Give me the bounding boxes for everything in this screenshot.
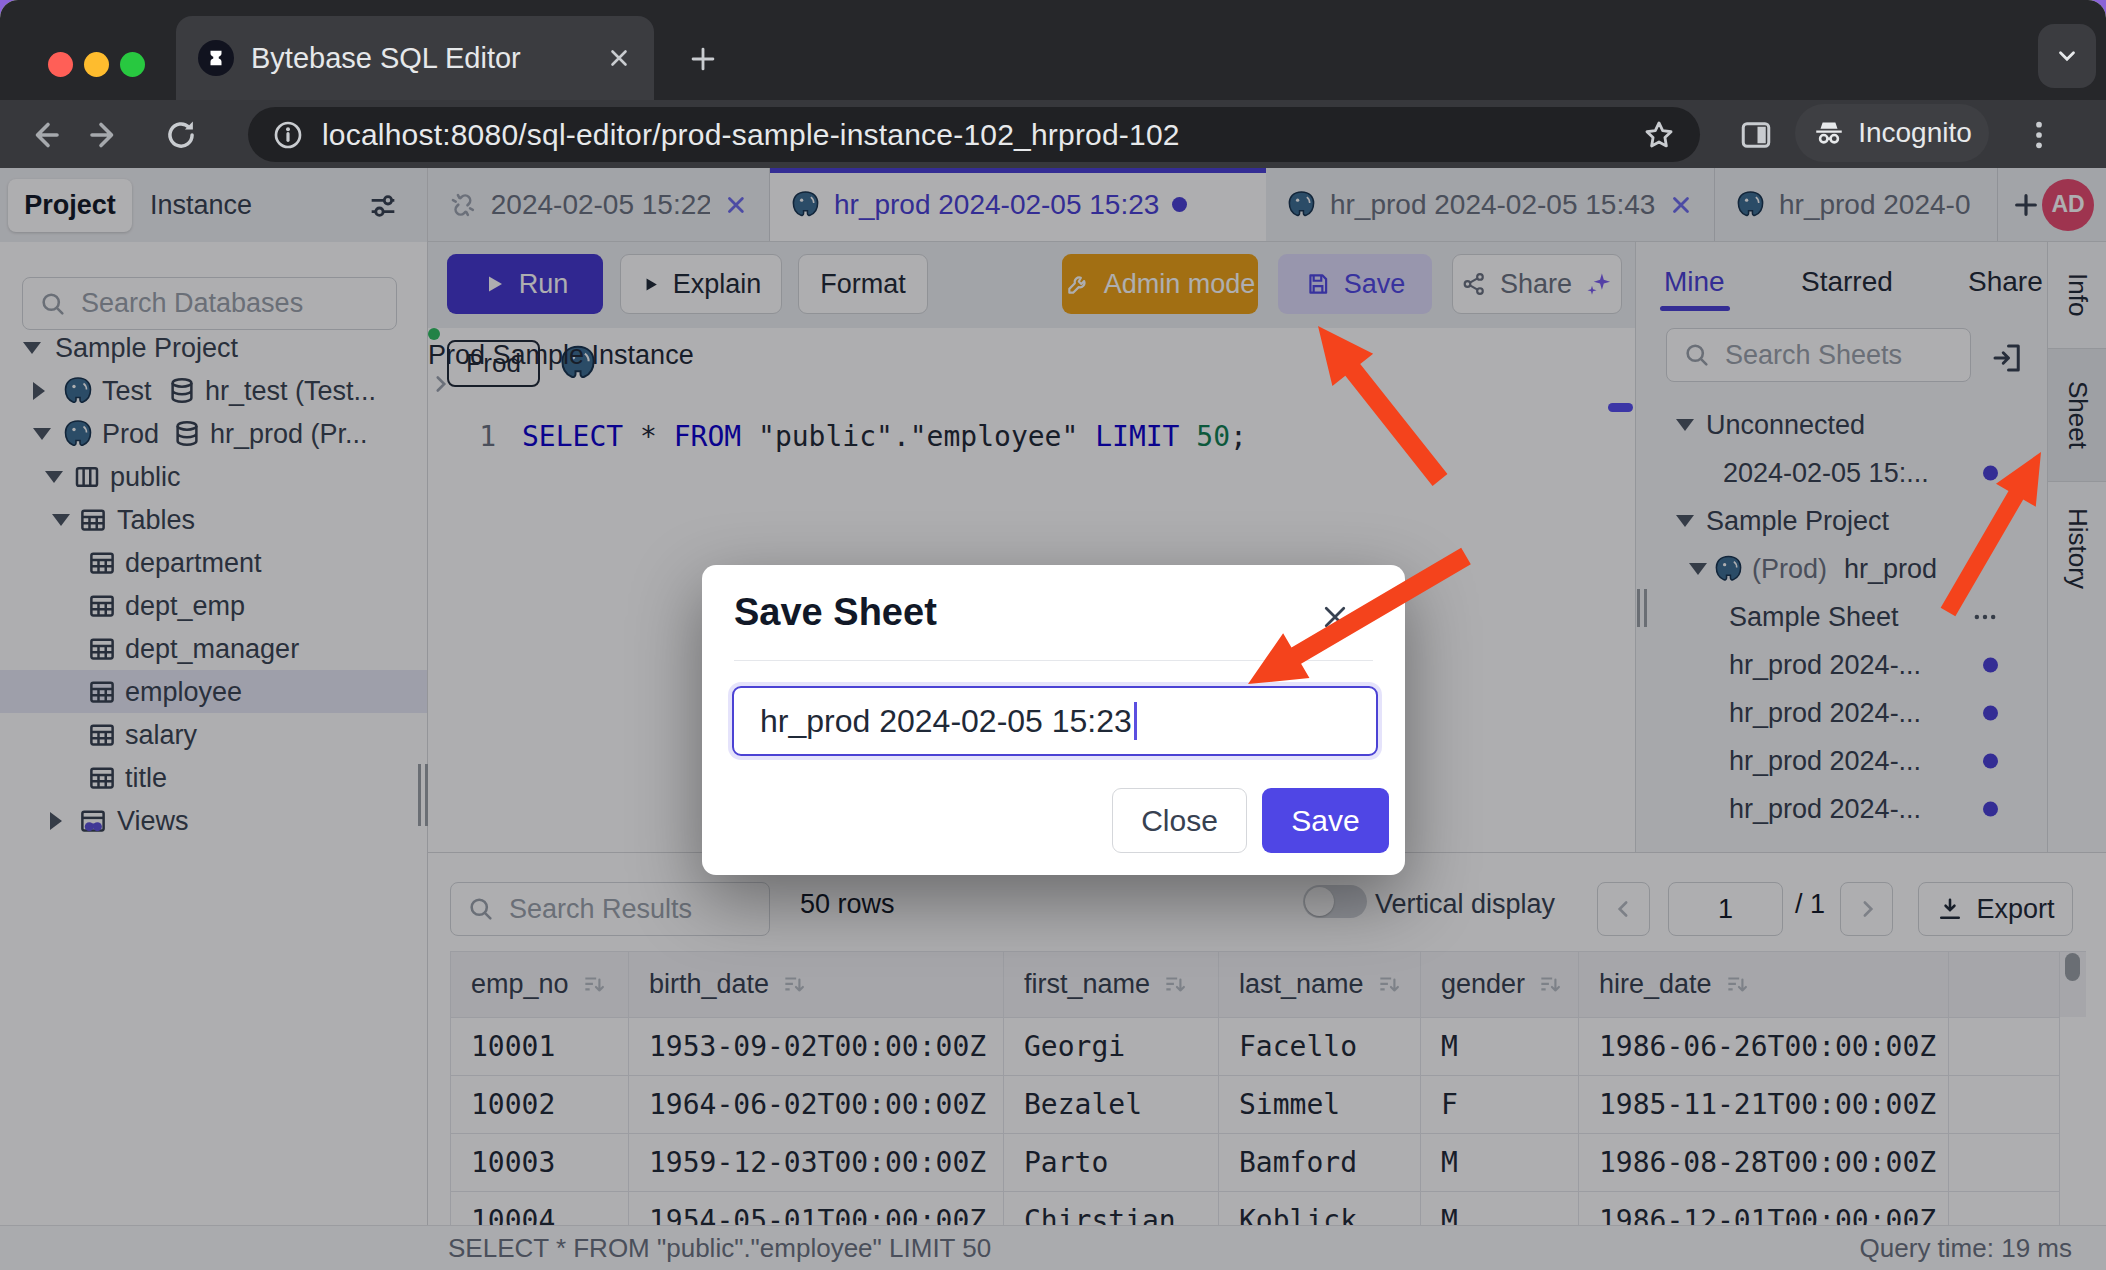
incognito-badge: Incognito [1795,104,1989,162]
forward-icon[interactable] [86,117,122,153]
site-info-icon[interactable] [272,119,304,151]
back-icon[interactable] [27,117,63,153]
new-tab-icon[interactable] [686,42,720,76]
browser-tab-title: Bytebase SQL Editor [251,42,589,75]
save-sheet-modal: Save Sheet hr_prod 2024-02-05 15:23 Clos… [702,565,1405,875]
side-panel-icon[interactable] [1738,117,1774,153]
bytebase-favicon-icon [198,40,234,76]
browser-menu-icon[interactable] [2020,116,2058,154]
sheet-name-input[interactable]: hr_prod 2024-02-05 15:23 [732,686,1378,756]
tab-search-button[interactable] [2038,24,2096,88]
url-text: localhost:8080/sql-editor/prod-sample-in… [322,118,1624,152]
reload-icon[interactable] [162,116,200,154]
modal-close-icon[interactable] [1320,602,1350,632]
incognito-label: Incognito [1858,117,1972,149]
browser-navbar: localhost:8080/sql-editor/prod-sample-in… [0,100,2106,168]
close-window-button[interactable] [48,52,73,77]
minimize-window-button[interactable] [84,52,109,77]
sheet-name-value: hr_prod 2024-02-05 15:23 [760,703,1132,740]
close-tab-icon[interactable] [606,45,632,71]
maximize-window-button[interactable] [120,52,145,77]
browser-titlebar: Bytebase SQL Editor [0,0,2106,100]
app-page: Project Instance Search Databases Sample… [0,168,2106,1270]
text-caret [1134,702,1137,740]
browser-window: Bytebase SQL Editor localhost:8080/sql-e… [0,0,2106,1270]
modal-save-button[interactable]: Save [1262,788,1389,853]
browser-tab[interactable]: Bytebase SQL Editor [176,16,654,100]
incognito-icon [1812,116,1846,150]
bookmark-star-icon[interactable] [1642,118,1676,152]
modal-close-button[interactable]: Close [1112,788,1247,853]
modal-title: Save Sheet [734,591,937,634]
url-bar[interactable]: localhost:8080/sql-editor/prod-sample-in… [248,107,1700,162]
